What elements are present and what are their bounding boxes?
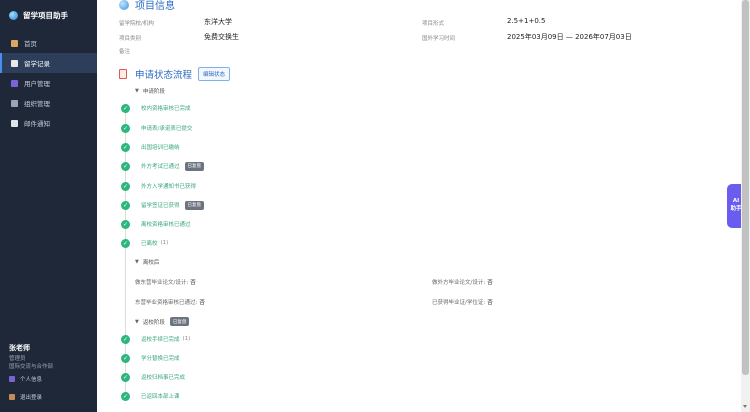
- mail-icon: [11, 119, 18, 127]
- field-graduation-review: 东营毕业资格审核已通过: 否: [135, 300, 205, 306]
- user-role: 管理员: [9, 356, 26, 362]
- step-count: (1): [160, 240, 169, 246]
- project-info-header: 项目信息: [119, 0, 175, 12]
- profile-link[interactable]: 个人信息: [9, 373, 93, 385]
- check-icon: ✓: [121, 123, 130, 133]
- check-icon: ✓: [121, 142, 130, 152]
- group-return-phase[interactable]: ▼ 返校阶段 已复盘: [135, 317, 190, 326]
- school-value: 东洋大学: [204, 18, 232, 26]
- status-badge: 已复盘: [184, 161, 205, 171]
- timeline-step: ✓ 返校手续已完成 (1): [121, 334, 191, 344]
- timeline-step: ✓ 已离校 (1): [121, 238, 169, 248]
- sidebar: 留学项目助手 首页 留学记录 用户管理 组织管理 邮件通知 张老师 管理员 国际…: [0, 0, 97, 412]
- app-title: 留学项目助手: [23, 10, 68, 20]
- timeline-step: ✓ 校内资格审核已完成: [121, 103, 191, 113]
- users-icon: [11, 79, 18, 87]
- timeline-step: ✓ 出国培训已缴纳: [121, 142, 180, 152]
- type-value: 免费交换生: [204, 33, 239, 41]
- form-value: 2.5+1+0.5: [507, 17, 546, 25]
- timeline-step: ✓ 返校归档事已完成: [121, 372, 186, 382]
- sidebar-item-organizations[interactable]: 组织管理: [0, 93, 97, 113]
- step-count: (1): [182, 336, 191, 342]
- globe-icon: [119, 0, 129, 10]
- check-icon: ✓: [121, 200, 130, 210]
- main-content: 项目信息 留学院校/机构 东洋大学 项目形式 2.5+1+0.5 项目类别 免费…: [97, 0, 741, 412]
- clipboard-icon: [119, 69, 127, 79]
- timeline-step: ✓ 申请表/承诺表已提交: [121, 123, 193, 133]
- group-apply-phase[interactable]: ▼ 申请阶段: [135, 87, 165, 95]
- check-icon: ✓: [121, 219, 130, 229]
- building-icon: [11, 99, 18, 107]
- check-icon: ✓: [121, 103, 130, 113]
- user-panel: 张老师 管理员 国际交流与合作部 个人信息 退出登录: [9, 343, 93, 403]
- period-label: 国外学习时间: [422, 36, 456, 42]
- sidebar-item-label: 邮件通知: [24, 120, 50, 128]
- vertical-scrollbar[interactable]: [741, 0, 750, 412]
- status-badge: 已复盘: [184, 200, 205, 210]
- logout-button[interactable]: 退出登录: [9, 391, 93, 403]
- sidebar-item-users[interactable]: 用户管理: [0, 73, 97, 93]
- timeline-step: ✓ 留学签证已获得 已复盘: [121, 200, 205, 210]
- section-title: 申请状态流程: [135, 70, 193, 81]
- sidebar-item-label: 首页: [24, 40, 37, 48]
- app-logo[interactable]: 留学项目助手: [0, 0, 97, 30]
- edit-status-button[interactable]: 编辑状态: [198, 67, 231, 81]
- globe-logo-icon: [9, 10, 18, 20]
- sidebar-item-home[interactable]: 首页: [0, 33, 97, 53]
- user-department: 国际交流与合作部: [9, 364, 54, 370]
- sidebar-item-label: 用户管理: [24, 80, 50, 88]
- caret-down-icon: ▼: [135, 88, 139, 94]
- person-icon: [9, 376, 15, 382]
- check-icon: ✓: [121, 181, 130, 191]
- status-badge: 已复盘: [169, 317, 190, 326]
- field-home-thesis: 做东营毕业论文/设计: 否: [135, 280, 196, 286]
- caret-down-icon: ▼: [135, 259, 139, 265]
- check-icon: ✓: [121, 353, 130, 363]
- period-value: 2025年03月09日 — 2026年07月03日: [507, 33, 632, 41]
- sidebar-item-label: 留学记录: [24, 60, 50, 68]
- timeline-step: ✓ 外方入学通知书已获得: [121, 181, 197, 191]
- check-icon: ✓: [121, 372, 130, 382]
- timeline-step: ✓ 离校资格审核已通过: [121, 219, 191, 229]
- timeline-step: ✓ 学分替换已完成: [121, 353, 180, 363]
- scrollbar-thumb[interactable]: [742, 0, 749, 375]
- home-icon: [11, 39, 18, 47]
- check-icon: ✓: [121, 391, 130, 401]
- sidebar-item-mail[interactable]: 邮件通知: [0, 113, 97, 133]
- sidebar-item-label: 组织管理: [24, 100, 50, 108]
- logout-icon: [9, 394, 15, 400]
- sidebar-item-study-records[interactable]: 留学记录: [0, 53, 97, 73]
- scroll-down-icon[interactable]: [743, 405, 747, 408]
- timeline-step: ✓ 外方考试已通过 已复盘: [121, 161, 205, 171]
- form-label: 项目形式: [422, 21, 445, 27]
- field-foreign-thesis: 做外方毕业论文/设计: 否: [432, 280, 493, 286]
- school-label: 留学院校/机构: [119, 21, 154, 27]
- check-icon: ✓: [121, 161, 130, 171]
- status-flow-header: 申请状态流程 编辑状态: [119, 67, 231, 81]
- remark-label: 备注: [119, 49, 131, 55]
- user-name: 张老师: [9, 344, 30, 352]
- section-title: 项目信息: [135, 1, 175, 12]
- check-icon: ✓: [121, 238, 130, 248]
- timeline-step: ✓ 已返回本部上课: [121, 391, 180, 401]
- document-icon: [11, 59, 18, 67]
- type-label: 项目类别: [119, 36, 142, 42]
- group-after-leaving[interactable]: ▼ 离校后: [135, 258, 159, 266]
- check-icon: ✓: [121, 334, 130, 344]
- field-diploma: 已获得毕业证/学位证: 否: [432, 300, 493, 306]
- caret-down-icon: ▼: [135, 318, 139, 325]
